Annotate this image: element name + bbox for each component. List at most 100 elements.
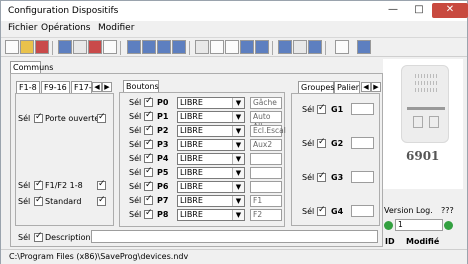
window-icon[interactable] [255, 40, 269, 54]
dropdown-arrow-icon[interactable]: ▼ [232, 154, 244, 164]
exit-icon[interactable] [357, 40, 371, 54]
button-select-checkbox[interactable] [144, 166, 153, 177]
dropdown-arrow-icon[interactable]: ▼ [232, 140, 244, 150]
tab-boutons[interactable]: Boutons [123, 80, 159, 92]
tab-communs[interactable]: Communs [10, 61, 53, 73]
tab-palier[interactable]: Palier [334, 81, 360, 93]
prev-id-button[interactable] [384, 221, 393, 230]
document-icon[interactable] [172, 40, 186, 54]
group-select-checkbox[interactable] [317, 103, 326, 114]
group-select-checkbox[interactable] [317, 205, 326, 216]
copy-icon[interactable] [142, 40, 156, 54]
button-extra-field[interactable]: Ecl.Escal [250, 125, 286, 137]
device-preview: 6901 [383, 59, 463, 189]
right-tabs-next-button[interactable]: ▶ [371, 82, 381, 92]
close-button[interactable]: ✕ [432, 3, 468, 18]
settings-icon[interactable] [293, 40, 307, 54]
standard-select-checkbox[interactable] [34, 195, 43, 206]
button-function-select[interactable]: LIBRE ▼ [177, 125, 245, 137]
keyboard-icon[interactable] [278, 40, 292, 54]
id-spinner[interactable]: 1 [395, 219, 443, 231]
left-tabs-prev-button[interactable]: ◀ [92, 82, 102, 92]
dropdown-arrow-icon[interactable]: ▼ [232, 210, 244, 220]
menu-fichier[interactable]: Fichier [8, 23, 37, 33]
group-input[interactable] [351, 205, 374, 217]
menu-operations[interactable]: Opérations [41, 23, 90, 33]
sel-label: Sél [302, 173, 315, 182]
upload-icon[interactable] [88, 40, 102, 54]
maximize-button[interactable]: □ [406, 3, 432, 18]
button-select-checkbox[interactable] [144, 138, 153, 149]
dropdown-arrow-icon[interactable]: ▼ [232, 182, 244, 192]
group-select-checkbox[interactable] [317, 137, 326, 148]
tab-f1-8[interactable]: F1-8 [16, 81, 40, 93]
porte-ouverte-checkbox[interactable] [97, 112, 106, 123]
button-select-checkbox[interactable] [144, 96, 153, 107]
group-input[interactable] [351, 103, 374, 115]
undo-icon[interactable] [210, 40, 224, 54]
button-select-checkbox[interactable] [144, 110, 153, 121]
button-select-checkbox[interactable] [144, 124, 153, 135]
right-tabs-prev-button[interactable]: ◀ [361, 82, 371, 92]
clear-icon[interactable] [335, 40, 349, 54]
tab-groupes[interactable]: Groupes [298, 81, 334, 93]
button-extra-field[interactable]: F1 [250, 195, 282, 207]
button-extra-field[interactable] [250, 181, 282, 193]
group-input[interactable] [351, 171, 374, 183]
button-function-select[interactable]: LIBRE ▼ [177, 181, 245, 193]
redo-icon[interactable] [225, 40, 239, 54]
standard-label: Standard [45, 197, 82, 206]
new-file-icon[interactable] [5, 40, 19, 54]
button-function-select[interactable]: LIBRE ▼ [177, 167, 245, 179]
dropdown-arrow-icon[interactable]: ▼ [232, 98, 244, 108]
help-icon[interactable] [308, 40, 322, 54]
window-title: Configuration Dispositifs [8, 6, 119, 16]
porte-ouverte-select-checkbox[interactable] [34, 112, 43, 123]
speaker-grid-icon [415, 88, 437, 92]
print-icon[interactable] [103, 40, 117, 54]
standard-checkbox[interactable] [97, 195, 106, 206]
save-all-icon[interactable] [73, 40, 87, 54]
menu-modifier[interactable]: Modifier [98, 23, 134, 33]
tab-f9-16[interactable]: F9-16 [41, 81, 70, 93]
button-select-checkbox[interactable] [144, 152, 153, 163]
button-function-select[interactable]: LIBRE ▼ [177, 139, 245, 151]
dropdown-arrow-icon[interactable]: ▼ [232, 196, 244, 206]
description-input[interactable] [91, 230, 378, 243]
group-input[interactable] [351, 137, 374, 149]
dropdown-arrow-icon[interactable]: ▼ [232, 126, 244, 136]
button-extra-field[interactable]: F2 [250, 209, 282, 221]
group-select-checkbox[interactable] [317, 171, 326, 182]
button-select-checkbox[interactable] [144, 194, 153, 205]
button-function-select[interactable]: LIBRE ▼ [177, 111, 245, 123]
button-extra-field[interactable]: Aux2 [250, 139, 282, 151]
save-icon[interactable] [58, 40, 72, 54]
next-id-button[interactable] [444, 221, 453, 230]
device-face-image [401, 65, 449, 143]
f1-f2-checkbox[interactable] [97, 179, 106, 190]
button-extra-field[interactable] [250, 167, 282, 179]
button-select-checkbox[interactable] [144, 180, 153, 191]
button-function-select[interactable]: LIBRE ▼ [177, 97, 245, 109]
button-extra-field[interactable]: Gâche [250, 97, 282, 109]
f1-f2-select-checkbox[interactable] [34, 179, 43, 190]
dropdown-arrow-icon[interactable]: ▼ [232, 168, 244, 178]
description-checkbox[interactable] [34, 231, 43, 242]
open-folder-icon[interactable] [20, 40, 34, 54]
dropdown-arrow-icon[interactable]: ▼ [232, 112, 244, 122]
grid-icon[interactable] [127, 40, 141, 54]
list-icon[interactable] [157, 40, 171, 54]
button-extra-field[interactable] [250, 153, 282, 165]
button-function-select[interactable]: LIBRE ▼ [177, 209, 245, 221]
import-icon[interactable] [35, 40, 49, 54]
calendar-icon[interactable] [240, 40, 254, 54]
book-icon[interactable] [195, 40, 209, 54]
left-tabs-next-button[interactable]: ▶ [102, 82, 112, 92]
tab-f17[interactable]: F17- [71, 81, 92, 93]
button-select-checkbox[interactable] [144, 208, 153, 219]
button-extra-field[interactable]: Auto All. [250, 111, 282, 131]
button-function-select[interactable]: LIBRE ▼ [177, 153, 245, 165]
button-label: P1 [157, 112, 169, 121]
minimize-button[interactable]: — [380, 3, 406, 18]
button-function-select[interactable]: LIBRE ▼ [177, 195, 245, 207]
